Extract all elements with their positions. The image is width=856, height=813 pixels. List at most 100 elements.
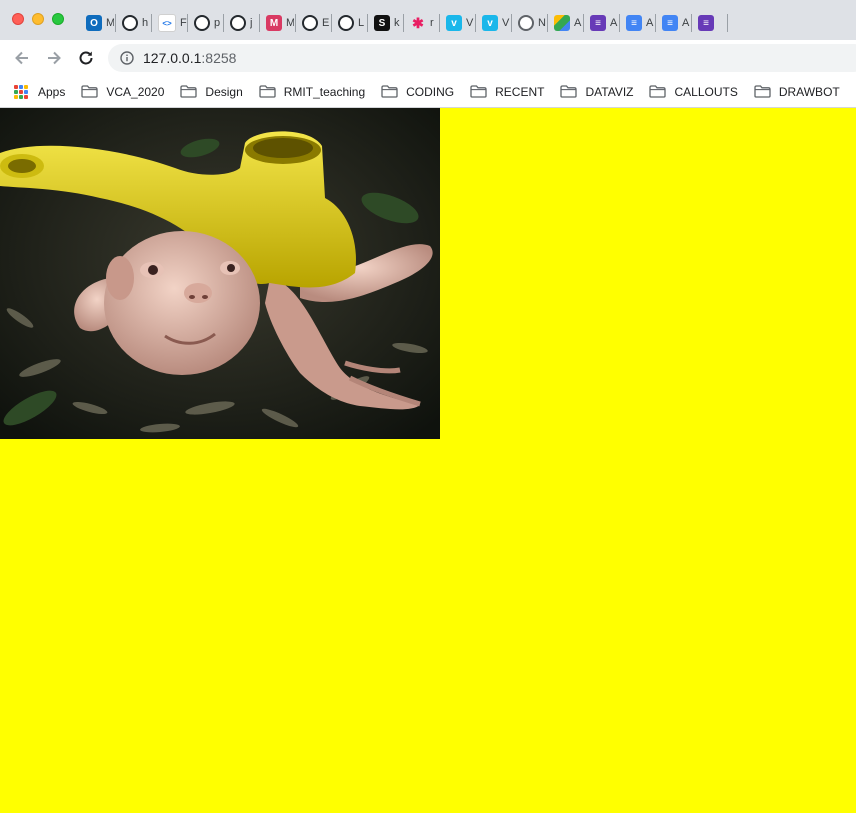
close-window-button[interactable] (12, 13, 24, 25)
tab-title: A (646, 17, 654, 29)
bookmark-folder[interactable]: RMIT_teaching (259, 85, 365, 99)
github-icon (338, 15, 354, 31)
bookmark-folder[interactable]: Design (180, 84, 243, 99)
browser-tab[interactable]: ≡ (692, 10, 728, 36)
vimeo-icon: v (446, 15, 462, 31)
tab-title: h (142, 17, 149, 29)
tab-title: M (286, 17, 294, 29)
back-button[interactable] (10, 46, 34, 70)
asterisk-icon: ✱ (412, 14, 424, 31)
bookmark-apps-label: Apps (38, 84, 66, 99)
browser-tab[interactable]: vV (440, 10, 476, 36)
tab-title: L (358, 17, 365, 29)
github-icon (302, 15, 318, 31)
creature-photo (0, 108, 440, 439)
browser-tab[interactable]: p (188, 10, 224, 36)
tab-title: V (466, 17, 474, 29)
folder-icon (560, 85, 578, 98)
forms-icon: ≡ (698, 15, 714, 31)
bookmark-folder-label: RECENT (495, 84, 545, 99)
arrow-right-icon (48, 51, 61, 65)
outlook-icon: O (86, 15, 102, 31)
browser-tab[interactable]: vV (476, 10, 512, 36)
address-bar[interactable]: 127.0.0.1:8258 (108, 44, 856, 72)
forms-icon: ≡ (590, 15, 606, 31)
page-content (0, 108, 856, 813)
folder-icon (259, 85, 276, 98)
bookmark-folder[interactable]: CALLOUTS (649, 84, 738, 99)
folder-icon (649, 85, 667, 98)
folder-icon (470, 85, 487, 98)
tab-title: A (682, 17, 690, 29)
github-icon (230, 15, 246, 31)
url-port: :8258 (201, 50, 237, 66)
bookmark-folder-label: RMIT_teaching (283, 84, 366, 99)
vimeo-icon: v (482, 15, 498, 31)
chrome-icon (518, 15, 534, 31)
browser-tab[interactable]: <> F (152, 10, 188, 36)
zoom-window-button[interactable] (52, 13, 64, 25)
folder-icon (754, 85, 771, 98)
browser-tab[interactable]: Sk (368, 10, 404, 36)
arrow-left-icon (15, 51, 28, 65)
creature-illustration (0, 108, 440, 439)
tab-title: j (250, 17, 253, 29)
browser-tab[interactable]: h (116, 10, 152, 36)
tab-title: k (394, 17, 400, 29)
tab-title: M (106, 17, 114, 29)
browser-tab[interactable]: ≡ A (620, 10, 656, 36)
github-icon (122, 15, 138, 31)
url-host: 127.0.0.1 (143, 50, 202, 66)
docs-icon: ≡ (662, 15, 678, 31)
browser-tab[interactable]: OM (80, 10, 116, 36)
forward-button[interactable] (42, 46, 66, 70)
code-icon: <> (158, 14, 176, 32)
browser-tab[interactable]: A (548, 10, 584, 36)
tab-title: A (610, 17, 618, 29)
bookmark-folder-label: VCA_2020 (106, 84, 165, 99)
minimize-window-button[interactable] (32, 13, 44, 25)
bookmarks-bar: Apps VCA_2020 Design RMIT_teaching CODING RE… (0, 76, 856, 108)
bookmark-folder[interactable]: RECENT (470, 85, 544, 99)
browser-tab[interactable]: j (224, 10, 260, 36)
bookmark-folder-label: Design (205, 84, 243, 99)
browser-tab[interactable]: E (296, 10, 332, 36)
medium-icon: M (266, 15, 282, 31)
bookmark-folder-label: CALLOUTS (674, 84, 738, 99)
bookmark-folder[interactable]: CODING (381, 85, 454, 99)
tab-separator (727, 14, 728, 32)
browser-tab[interactable]: ≡ A (656, 10, 692, 36)
github-icon (194, 15, 210, 31)
tab-title: V (502, 17, 510, 29)
address-text: 127.0.0.1:8258 (143, 50, 236, 66)
bookmark-apps[interactable]: Apps (14, 84, 66, 99)
bookmark-folder[interactable]: DRAWBOT (754, 85, 840, 99)
bookmark-folder-label: DATAVIZ (585, 84, 634, 99)
drive-icon (554, 15, 570, 31)
browser-tab[interactable]: L (332, 10, 368, 36)
bookmark-folder-label: CODING (406, 84, 455, 99)
browser-tab[interactable]: ✱ r (404, 10, 440, 36)
folder-icon (381, 85, 398, 98)
tab-title: N (538, 17, 546, 29)
s-app-icon: S (374, 15, 390, 31)
folder-icon (180, 85, 198, 98)
browser-tab[interactable]: MM (260, 10, 296, 36)
info-icon[interactable] (120, 51, 134, 65)
tab-title: p (214, 17, 221, 29)
bookmark-folder[interactable]: VCA_2020 (81, 85, 164, 99)
bookmark-folder-label: DRAWBOT (778, 84, 840, 99)
tab-title: E (322, 17, 330, 29)
browser-toolbar: 127.0.0.1:8258 (0, 40, 856, 76)
tab-title: r (430, 17, 434, 29)
bookmark-folder[interactable]: DATAVIZ (560, 85, 633, 99)
reload-icon (79, 51, 93, 65)
browser-tab[interactable]: N (512, 10, 548, 36)
docs-icon: ≡ (626, 15, 642, 31)
tab-title: A (574, 17, 582, 29)
apps-grid-icon (14, 84, 28, 99)
reload-button[interactable] (74, 46, 98, 70)
tab-strip: O Mh <> Fp j M M E L Sk ✱ r v Vv V N A ≡ A ≡ A ≡ A ≡ (0, 0, 856, 40)
folder-icon (81, 85, 99, 98)
browser-tab[interactable]: ≡ A (584, 10, 620, 36)
